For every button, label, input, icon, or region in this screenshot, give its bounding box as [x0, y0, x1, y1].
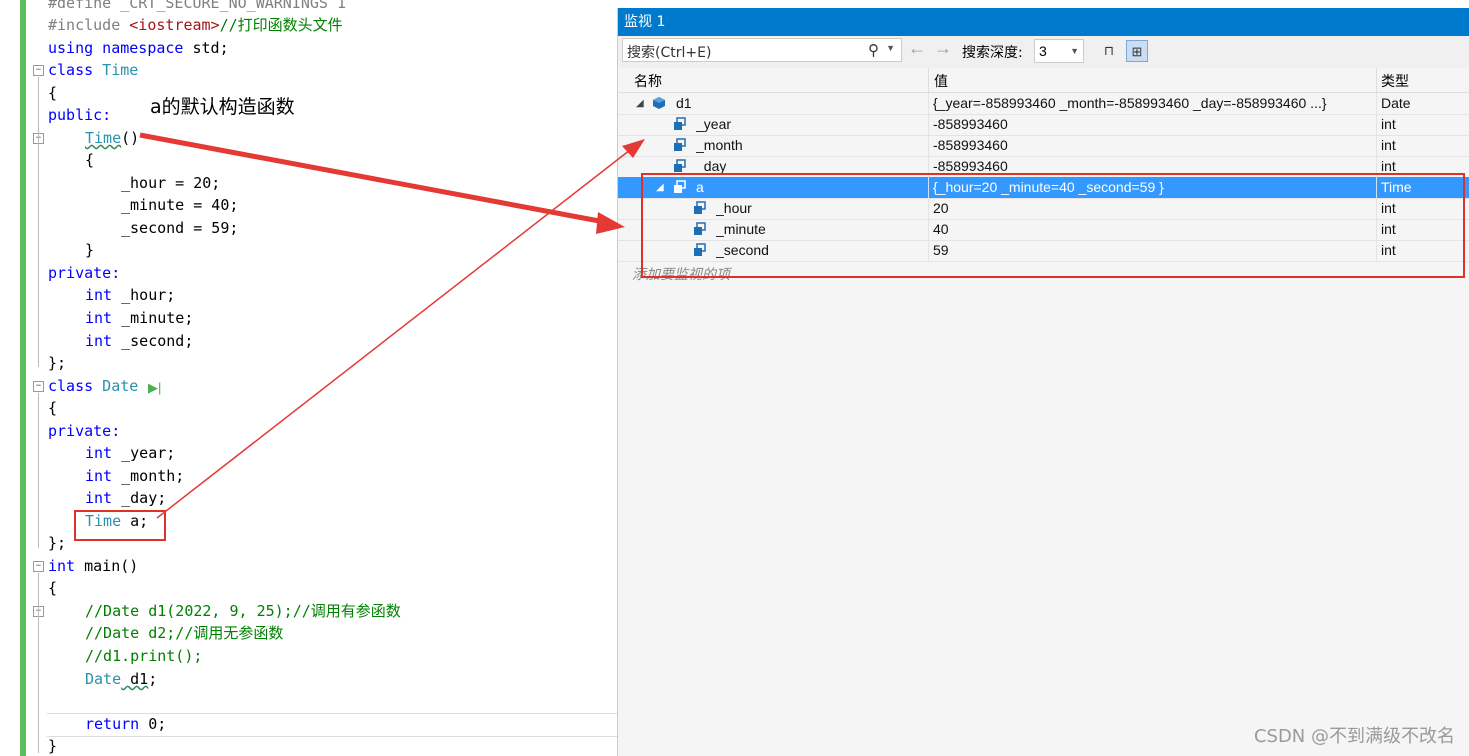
column-divider[interactable] [928, 68, 929, 92]
column-divider [928, 114, 929, 135]
code-line: Date d1; [85, 670, 158, 688]
field-icon [674, 138, 686, 151]
watch-name: _year [696, 116, 732, 132]
column-header-value[interactable]: 值 [934, 71, 948, 91]
code-line: using namespace std; [48, 39, 229, 57]
code-line: int _minute; [85, 309, 194, 327]
fold-toggle-main[interactable]: − [33, 561, 44, 572]
column-divider [1376, 114, 1377, 135]
column-divider[interactable] [1376, 68, 1377, 92]
watch-name: d1 [676, 95, 692, 111]
fold-toggle-date-class[interactable]: − [33, 381, 44, 392]
fold-guide [38, 77, 39, 367]
search-input[interactable]: 搜索(Ctrl+E) ⚲ ▼ [622, 38, 902, 62]
watch-row-month[interactable]: _month -858993460 int [618, 135, 1469, 157]
code-line: _minute = 40; [121, 196, 239, 214]
code-line: //Date d1(2022, 9, 25);//调用有参函数 [85, 602, 401, 620]
watch-toolbar: 搜索(Ctrl+E) ⚲ ▼ ← → 搜索深度: 3 ▼ ⊓ ⊞ [618, 36, 1469, 68]
fold-toggle-time-class[interactable]: − [33, 65, 44, 76]
watch-row-year[interactable]: _year -858993460 int [618, 114, 1469, 136]
fold-guide [38, 573, 39, 753]
code-line: #include <iostream>//打印函数头文件 [48, 16, 343, 34]
code-line: { [85, 151, 95, 169]
watch-value[interactable]: {_year=-858993460 _month=-858993460 _day… [933, 93, 1373, 114]
column-header-type[interactable]: 类型 [1381, 71, 1409, 91]
annotation-label: a的默认构造函数 [150, 96, 295, 118]
watch-grid-header: 名称 值 类型 [618, 68, 1469, 93]
fold-guide [38, 393, 39, 548]
object-icon [653, 97, 665, 109]
forward-arrow-icon[interactable]: → [934, 38, 952, 59]
code-line: int _day; [85, 489, 167, 507]
code-line: }; [48, 534, 67, 552]
code-line: private: [48, 264, 121, 282]
watch-row-d1[interactable]: ◢ d1 {_year=-858993460 _month=-858993460… [618, 93, 1469, 115]
code-editor[interactable]: − − − − − #define _CRT_SECURE_NO_WARNING… [0, 0, 617, 756]
highlight-box-member-a-watch [641, 173, 1465, 278]
column-divider [1376, 93, 1377, 114]
search-depth-value: 3 [1039, 43, 1047, 59]
search-icon[interactable]: ⚲ [868, 41, 879, 59]
collapse-icon[interactable]: ◢ [636, 93, 644, 114]
code-line: //d1.print(); [85, 647, 203, 665]
highlight-box-member-a [74, 510, 166, 541]
chevron-down-icon: ▼ [1070, 46, 1079, 56]
change-indicator-bar [20, 0, 26, 756]
watch-value[interactable]: -858993460 [933, 135, 1008, 156]
watch-name: _month [696, 137, 743, 153]
hex-view-icon[interactable]: ⊞ [1126, 40, 1148, 62]
watch-type: int [1381, 137, 1396, 153]
column-divider [1376, 135, 1377, 156]
watch-type: Date [1381, 95, 1411, 111]
code-line: int main() [48, 557, 139, 575]
watch-value[interactable]: -858993460 [933, 114, 1008, 135]
pin-icon[interactable]: ⊓ [1098, 40, 1120, 62]
code-line: } [48, 737, 58, 755]
code-line: int _hour; [85, 286, 176, 304]
column-header-name[interactable]: 名称 [634, 71, 662, 91]
field-icon [674, 159, 686, 172]
code-line: public: [48, 106, 112, 124]
search-depth-select[interactable]: 3 ▼ [1034, 39, 1084, 63]
code-line: _second = 59; [121, 219, 239, 237]
back-arrow-icon[interactable]: ← [908, 38, 926, 59]
code-line: #define _CRT_SECURE_NO_WARNINGS 1 [48, 0, 347, 12]
chevron-down-icon[interactable]: ▼ [886, 43, 895, 53]
run-to-here-icon[interactable]: ▶| [148, 380, 161, 396]
watch-type: int [1381, 116, 1396, 132]
search-depth-label: 搜索深度: [962, 45, 1023, 61]
watch-window-title[interactable]: 监视 1 [618, 8, 1469, 36]
field-icon [674, 117, 686, 130]
code-line: return 0; [85, 715, 167, 733]
code-line: }; [48, 354, 67, 372]
code-line: class Time [48, 61, 139, 79]
code-line: class Date [48, 377, 139, 395]
code-line: int _month; [85, 467, 185, 485]
search-placeholder: 搜索(Ctrl+E) [627, 45, 712, 61]
code-line: int _second; [85, 332, 194, 350]
code-line: { [48, 84, 58, 102]
column-divider [928, 93, 929, 114]
code-line: private: [48, 422, 121, 440]
code-line: { [48, 579, 58, 597]
code-line: Time() [85, 129, 140, 147]
code-line: _hour = 20; [121, 174, 221, 192]
code-line: { [48, 399, 58, 417]
column-divider [928, 135, 929, 156]
code-line: int _year; [85, 444, 176, 462]
code-line: } [85, 241, 95, 259]
watermark: CSDN @不到满级不改名 [1253, 726, 1455, 747]
code-line: //Date d2;//调用无参函数 [85, 624, 284, 642]
watch-window[interactable]: 监视 1 搜索(Ctrl+E) ⚲ ▼ ← → 搜索深度: 3 ▼ ⊓ ⊞ 名称… [617, 8, 1469, 756]
